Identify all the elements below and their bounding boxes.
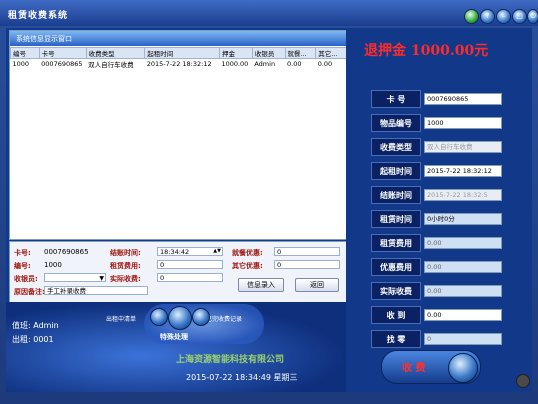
column-header[interactable]: 收费类型 — [85, 47, 146, 59]
table-cell: 1000.00 — [221, 60, 249, 68]
meal-value: 0 — [277, 248, 282, 256]
other-value: 0 — [277, 261, 282, 269]
actual-value: 0 — [160, 274, 165, 282]
help-icon[interactable]: ? — [480, 9, 495, 24]
back-button[interactable]: 返回 — [295, 278, 339, 292]
nav-circle-right[interactable] — [192, 308, 210, 326]
deposit-label: 退押金 1000.00元 — [364, 43, 489, 59]
special-handling-label[interactable]: 特殊处理 — [160, 332, 188, 342]
app-window: 租赁收费系统 ? – □ ⏻ 系统信息显示窗口 编号 卡号 收费类型 起租时间 … — [0, 0, 538, 404]
end-time-input[interactable]: 18:34:42 ▲▼ — [157, 247, 223, 256]
cashier-select[interactable]: ▼ — [44, 273, 106, 282]
other-label: 其它优惠: — [232, 262, 263, 270]
info-table[interactable]: 编号 卡号 收费类型 起租时间 押金 收银员 就餐... 其它... 1000 … — [10, 47, 347, 69]
power-icon[interactable]: ⏻ — [527, 9, 538, 24]
table-cell: 双人自行车收费 — [88, 61, 134, 69]
column-header[interactable]: 收银员 — [251, 47, 286, 59]
field-label: 起租时间 — [371, 162, 421, 180]
column-header[interactable]: 其它... — [315, 47, 347, 59]
table-cell: Admin — [254, 60, 276, 68]
duty-label: 值班: Admin — [12, 321, 59, 330]
field-label: 收费类型 — [371, 138, 421, 156]
entry-form: 卡号: 0007690865 编号: 1000 收银员: ▼ 原因备注: 手工补… — [9, 241, 348, 303]
bottom-panel: 出租中清单 已完收费记录 特殊处理 值班: Admin 出租: 0001 上海资… — [6, 302, 346, 392]
item-id-field[interactable]: 1000 — [424, 117, 502, 129]
field-label: 租赁时间 — [371, 210, 421, 228]
table-row[interactable]: 1000 0007690865 双人自行车收费 2015-7-22 18:32:… — [11, 59, 347, 69]
title-bar: 租赁收费系统 ? – □ ⏻ — [0, 0, 538, 26]
spinner-icon[interactable]: ▲▼ — [213, 247, 221, 256]
card-field[interactable]: 0007690865 — [424, 93, 502, 105]
info-grid: 系统信息显示窗口 编号 卡号 收费类型 起租时间 押金 收银员 就餐... 其它… — [9, 30, 348, 240]
counter-label: 出租: 0001 — [12, 335, 54, 344]
actual-charge-field[interactable]: 0.00 — [424, 285, 502, 297]
start-time-field[interactable]: 2015-7-22 18:32:12 — [424, 165, 502, 177]
id-value: 1000 — [44, 261, 62, 269]
rent-fee-label: 租赁费用: — [110, 262, 141, 270]
rent-fee-field[interactable]: 0.00 — [424, 237, 502, 249]
card-value: 0007690865 — [44, 248, 89, 256]
remark-input[interactable]: 手工补录收费 — [44, 286, 148, 295]
field-label: 结账时间 — [371, 186, 421, 204]
meal-label: 就餐优惠: — [232, 249, 263, 257]
field-label: 找 零 — [371, 330, 421, 348]
end-time-label: 结账时间: — [110, 249, 141, 257]
rent-fee-input[interactable]: 0 — [157, 260, 223, 269]
green-circle-icon[interactable] — [464, 9, 479, 24]
table-cell: 0007690865 — [41, 60, 83, 68]
actual-label: 实际收费: — [110, 275, 141, 283]
field-label: 租赁费用 — [371, 234, 421, 252]
field-label: 收 到 — [371, 306, 421, 324]
nav-circle-center[interactable] — [168, 306, 192, 330]
resize-grip-icon[interactable] — [516, 374, 530, 388]
field-label: 实际收费 — [371, 282, 421, 300]
datetime-label: 2015-07-22 18:34:49 星期三 — [186, 373, 298, 382]
other-input[interactable]: 0 — [274, 260, 340, 269]
column-header[interactable]: 押金 — [218, 47, 253, 59]
charge-type-field[interactable]: 双人自行车收费 — [424, 141, 502, 153]
grid-title-bar: 系统信息显示窗口 — [10, 31, 347, 46]
table-cell: 2015-7-22 18:32:12 — [146, 60, 212, 68]
cashier-label: 收银员: — [14, 275, 38, 283]
rent-fee-value: 0 — [160, 261, 165, 269]
nav-circle-left[interactable] — [150, 308, 168, 326]
end-time-value: 18:34:42 — [160, 248, 190, 256]
actual-input[interactable]: 0 — [157, 273, 223, 282]
maximize-icon[interactable]: □ — [512, 9, 527, 24]
charge-button[interactable]: 收 费 — [381, 350, 481, 384]
table-cell: 0.00 — [287, 60, 302, 68]
column-header[interactable]: 编号 — [10, 47, 40, 59]
charge-orb-icon — [448, 353, 478, 383]
field-label: 优惠费用 — [371, 258, 421, 276]
remark-label: 原因备注: — [14, 288, 45, 296]
card-label: 卡号: — [14, 249, 31, 257]
charge-button-label: 收 费 — [402, 363, 426, 374]
column-header[interactable]: 卡号 — [38, 47, 87, 59]
change-field[interactable]: 0 — [424, 333, 502, 345]
minimize-icon[interactable]: – — [496, 9, 511, 24]
company-name: 上海资源智能科技有限公司 — [176, 355, 285, 365]
field-label: 物品编号 — [371, 114, 421, 132]
table-header-row: 编号 卡号 收费类型 起租时间 押金 收银员 就餐... 其它... — [10, 47, 347, 59]
column-header[interactable]: 起租时间 — [144, 47, 220, 59]
discount-field[interactable]: 0.00 — [424, 261, 502, 273]
remark-value: 手工补录收费 — [47, 287, 86, 295]
grid-title: 系统信息显示窗口 — [16, 35, 72, 43]
nav-completed-records[interactable]: 已完收费记录 — [206, 314, 242, 323]
received-field[interactable]: 0.00 — [424, 309, 502, 321]
rent-duration-field[interactable]: 0小时0分 — [424, 213, 502, 225]
nav-rented-list[interactable]: 出租中清单 — [106, 314, 136, 323]
meal-input[interactable]: 0 — [274, 247, 340, 256]
end-time-field[interactable]: 2015-7-22 18:32:5 — [424, 189, 502, 201]
window-title: 租赁收费系统 — [8, 11, 69, 21]
chevron-down-icon[interactable]: ▼ — [99, 274, 104, 283]
column-header[interactable]: 就餐... — [284, 47, 317, 59]
record-button[interactable]: 信息录入 — [238, 278, 284, 292]
table-cell: 1000 — [12, 60, 30, 68]
field-label: 卡 号 — [371, 90, 421, 108]
id-label: 编号: — [14, 262, 31, 270]
table-cell: 0.00 — [317, 60, 333, 68]
